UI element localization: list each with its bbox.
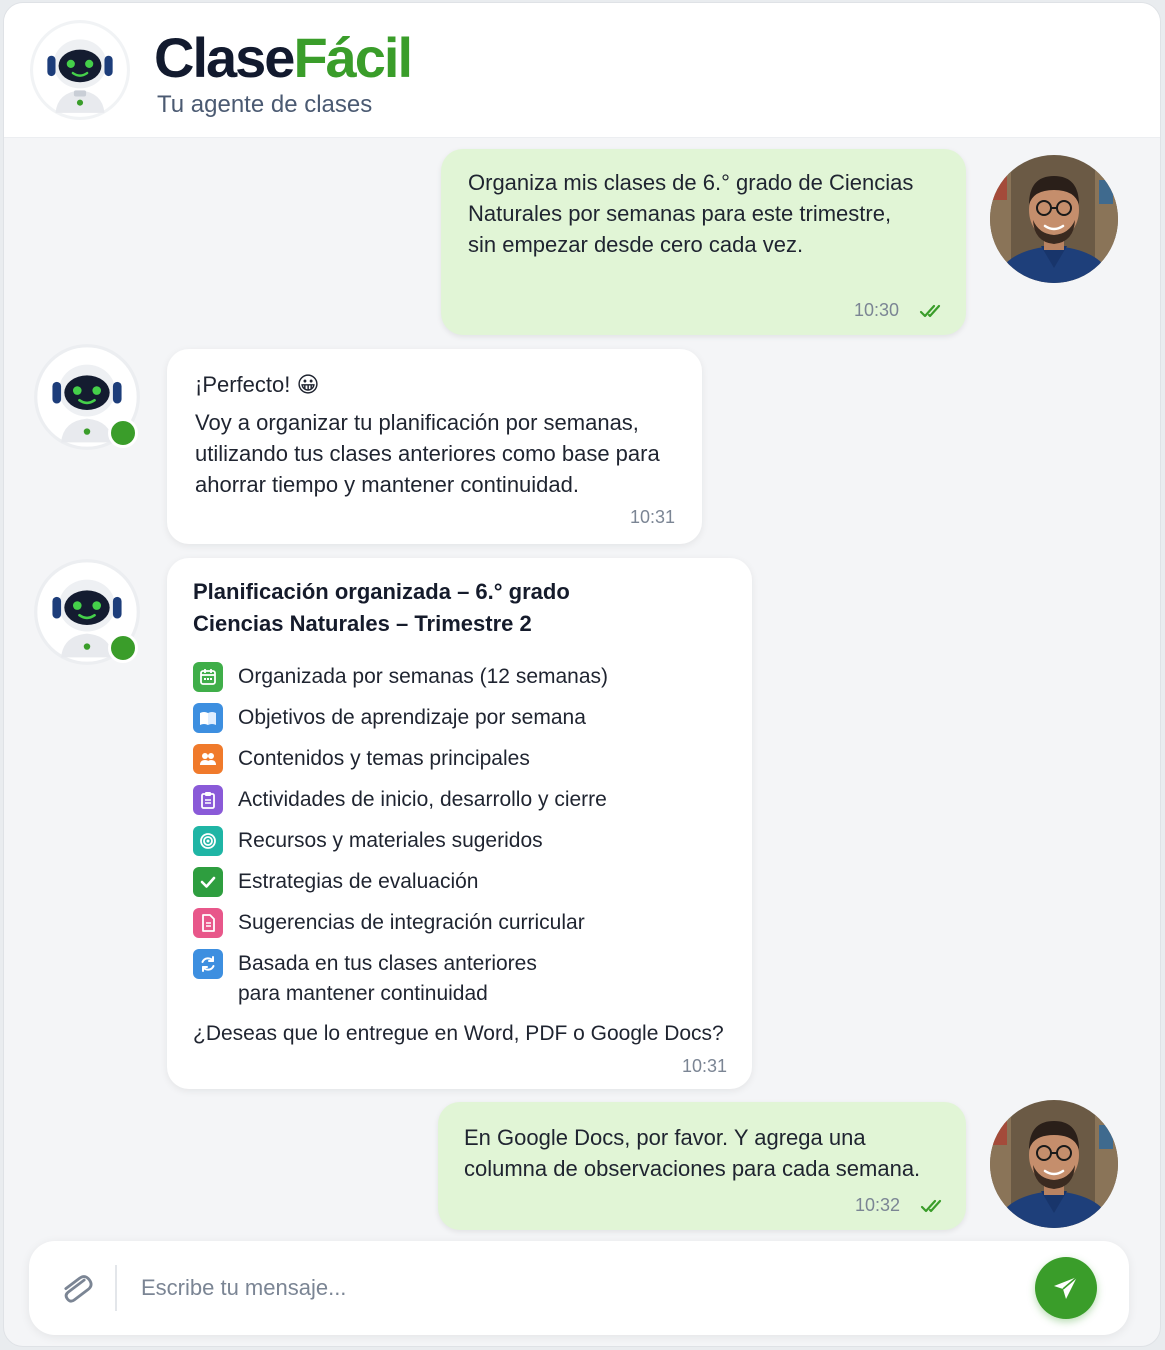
message-input[interactable]: [141, 1263, 1001, 1313]
document-icon: [193, 908, 223, 938]
plan-item: Organizada por semanas (12 semanas): [193, 662, 608, 692]
app-tagline: Tu agente de clases: [157, 91, 373, 118]
read-ticks-icon: [920, 1199, 942, 1213]
user-avatar: [989, 153, 1119, 285]
chat-app: ClaseFácil Tu agente de clases Organiza …: [3, 2, 1161, 1347]
plan-item-label: Recursos y materiales sugeridos: [238, 829, 543, 852]
composer-divider: [115, 1265, 117, 1311]
message-composer: [29, 1241, 1129, 1335]
user-message-bubble: Organiza mis clases de 6.° grado de Cien…: [441, 149, 966, 335]
plan-item: Sugerencias de integración curricular: [193, 908, 585, 938]
message-time: 10:30: [854, 300, 900, 320]
message-time: 10:31: [682, 1056, 728, 1076]
plan-item-label: Organizada por semanas (12 semanas): [238, 665, 609, 688]
target-icon: [193, 826, 223, 856]
online-status-dot: [108, 418, 138, 448]
message-text: Organiza mis clases de 6.° grado de Cien…: [468, 170, 914, 257]
calendar-icon: [193, 662, 223, 692]
user-message-bubble: En Google Docs, por favor. Y agrega una …: [438, 1102, 966, 1230]
bot-message-bubble: ¡Perfecto! 😀 Voy a organizar tu planific…: [167, 349, 702, 544]
plan-item: Estrategias de evaluación: [193, 867, 479, 897]
read-ticks-icon: [919, 304, 941, 318]
plan-item-label: Basada en tus clases anteriores: [238, 952, 537, 975]
check-icon: [193, 867, 223, 897]
plan-item: Basada en tus clases anteriores para man…: [193, 949, 537, 1009]
app-header: ClaseFácil Tu agente de clases: [4, 3, 1160, 138]
message-time: 10:31: [630, 507, 676, 527]
message-text: En Google Docs, por favor. Y agrega una …: [464, 1125, 921, 1181]
app-brand: ClaseFácil: [154, 26, 413, 89]
message-greeting: ¡Perfecto! 😀: [195, 372, 320, 397]
send-icon: [1054, 1276, 1078, 1299]
plan-item-label: Objetivos de aprendizaje por semana: [238, 706, 586, 729]
online-status-dot: [108, 633, 138, 663]
attach-button[interactable]: [53, 1265, 99, 1311]
brand-part-2: Fácil: [293, 26, 413, 89]
plan-item-label-continued: para mantener continuidad: [238, 982, 488, 1005]
plan-item-label: Sugerencias de integración curricular: [238, 911, 585, 934]
plan-item-label: Estrategias de evaluación: [238, 870, 479, 893]
robot-logo-icon: [30, 20, 130, 120]
send-button[interactable]: [1035, 1257, 1097, 1319]
user-avatar: [989, 1098, 1119, 1230]
message-text: Voy a organizar tu planificación por sem…: [195, 410, 660, 497]
plan-item-label: Actividades de inicio, desarrollo y cier…: [238, 788, 607, 811]
message-time: 10:32: [855, 1195, 901, 1215]
people-icon: [193, 744, 223, 774]
plan-item: Actividades de inicio, desarrollo y cier…: [193, 785, 607, 815]
plan-item: Contenidos y temas principales: [193, 744, 530, 774]
clipboard-icon: [193, 785, 223, 815]
brand-part-1: Clase: [154, 26, 295, 89]
plan-item-label: Contenidos y temas principales: [238, 747, 530, 770]
plan-message-bubble: Planificación organizada – 6.° grado Cie…: [167, 558, 752, 1089]
delivery-format-question: ¿Deseas que lo entregue en Word, PDF o G…: [193, 1022, 724, 1045]
plan-title-line-2: Ciencias Naturales – Trimestre 2: [193, 611, 532, 636]
plan-item: Recursos y materiales sugeridos: [193, 826, 543, 856]
plan-title-line-1: Planificación organizada – 6.° grado: [193, 579, 570, 604]
book-icon: [193, 703, 223, 733]
refresh-icon: [193, 949, 223, 979]
plan-item: Objetivos de aprendizaje por semana: [193, 703, 586, 733]
paperclip-icon: [64, 1275, 93, 1303]
